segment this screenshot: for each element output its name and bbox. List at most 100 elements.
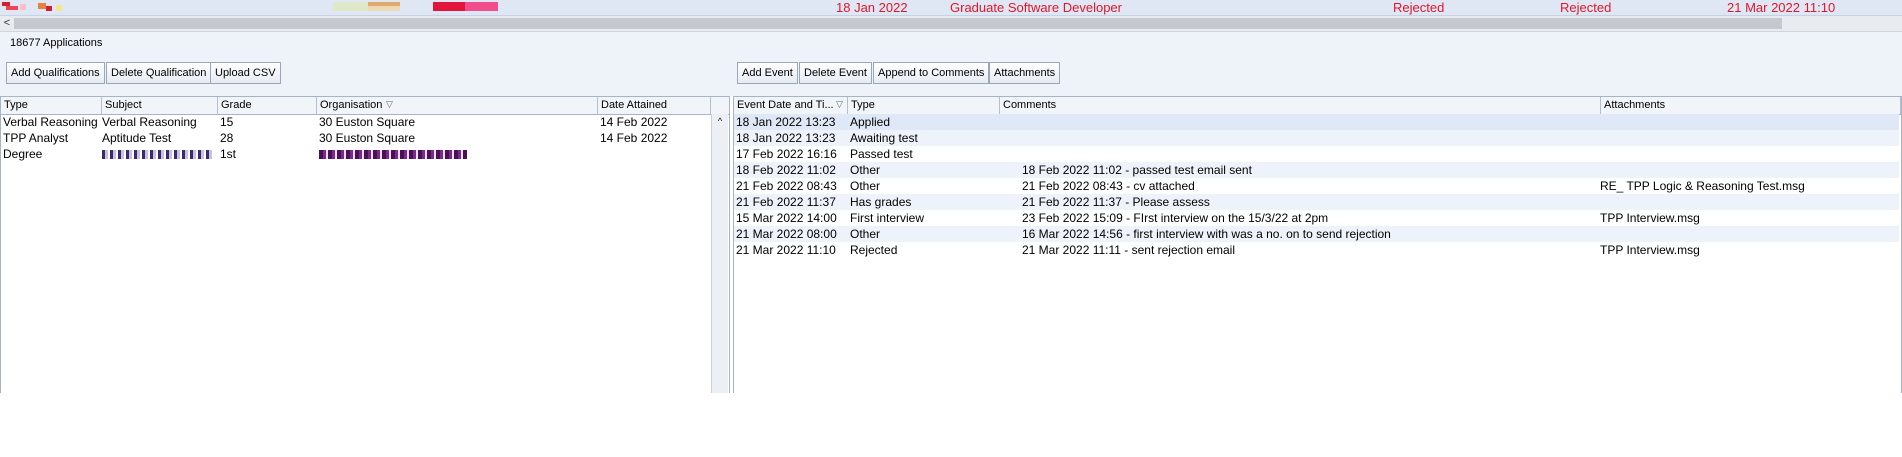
column-header-attachments[interactable]: Attachments bbox=[1601, 97, 1901, 114]
qualifications-table[interactable]: Type Subject Grade Organisation ▽ Date A… bbox=[0, 96, 730, 394]
cell-subject: Aptitude Test bbox=[102, 131, 172, 145]
scroll-up-icon[interactable]: ^ bbox=[712, 114, 728, 128]
table-row[interactable]: 21 Mar 2022 11:10 Rejected 21 Mar 2022 11:… bbox=[734, 242, 1899, 258]
cell-event-type: Rejected bbox=[850, 243, 898, 257]
qualifications-scrollbar[interactable]: ^ bbox=[711, 114, 728, 393]
cell-date: 14 Feb 2022 bbox=[600, 131, 668, 145]
cell-date: 14 Feb 2022 bbox=[600, 115, 668, 129]
stage-text: Rejected bbox=[1560, 0, 1612, 15]
redacted-name bbox=[333, 2, 498, 11]
cell-event-date: 21 Mar 2022 11:10 bbox=[736, 243, 836, 257]
attachments-button[interactable]: Attachments bbox=[989, 62, 1061, 84]
cell-attachments bbox=[1600, 146, 1898, 162]
cell-type: TPP Analyst bbox=[3, 131, 69, 145]
cell-event-date: 17 Feb 2022 16:16 bbox=[736, 147, 837, 161]
cell-event-date: 21 Feb 2022 11:37 bbox=[736, 195, 836, 209]
filter-icon[interactable]: ▽ bbox=[386, 99, 393, 110]
cell-grade: 1st bbox=[220, 147, 237, 161]
cell-grade: 15 bbox=[220, 115, 234, 129]
cell-event-date: 15 Mar 2022 14:00 bbox=[736, 211, 837, 225]
cell-event-type: Has grades bbox=[850, 195, 912, 209]
cell-event-date: 18 Jan 2022 13:23 bbox=[736, 115, 836, 129]
qualifications-header: Type Subject Grade Organisation ▽ Date A… bbox=[1, 97, 729, 115]
cell-comments: 23 Feb 2022 15:09 - FIrst interview on t… bbox=[1022, 211, 1329, 225]
delete-event-button[interactable]: Delete Event bbox=[799, 62, 872, 84]
cell-attachments bbox=[1600, 194, 1898, 210]
cell-event-date: 21 Feb 2022 08:43 bbox=[736, 179, 837, 193]
column-header-comments[interactable]: Comments bbox=[1000, 97, 1601, 114]
cell-comments: 21 Feb 2022 11:37 - Please assess bbox=[1022, 195, 1210, 209]
cell-attachments bbox=[1600, 162, 1898, 178]
cell-organisation-redacted bbox=[319, 146, 597, 162]
column-header-date-attained[interactable]: Date Attained bbox=[598, 97, 711, 114]
events-header: Event Date and Ti... ▽ Type Comments Att… bbox=[734, 97, 1901, 115]
cell-type: Verbal Reasoning bbox=[3, 115, 98, 129]
cell-event-type: Other bbox=[850, 179, 881, 193]
upload-csv-button[interactable]: Upload CSV bbox=[210, 62, 281, 84]
add-qualifications-button[interactable]: Add Qualifications bbox=[6, 62, 105, 84]
table-row[interactable]: 18 Jan 2022 13:23 Applied bbox=[734, 114, 1899, 130]
cell-organisation: 30 Euston Square bbox=[319, 131, 416, 145]
column-header-grade[interactable]: Grade bbox=[218, 97, 317, 114]
cell-event-date: 18 Jan 2022 13:23 bbox=[736, 131, 836, 145]
scroll-thumb[interactable] bbox=[14, 18, 1782, 29]
cell-event-type: Other bbox=[850, 163, 881, 177]
add-event-button[interactable]: Add Event bbox=[737, 62, 798, 84]
table-row[interactable]: 21 Feb 2022 08:43 Other 21 Feb 2022 08:43 … bbox=[734, 178, 1899, 194]
cell-comments: 18 Feb 2022 11:02 - passed test email se… bbox=[1022, 163, 1252, 177]
cell-comments: 21 Feb 2022 08:43 - cv attached bbox=[1022, 179, 1195, 193]
table-row[interactable]: 18 Jan 2022 13:23 Awaiting test bbox=[734, 130, 1899, 146]
cell-comments bbox=[1022, 130, 1600, 146]
cell-event-type: Passed test bbox=[850, 147, 913, 161]
cell-comments: 21 Mar 2022 11:11 - sent rejection email bbox=[1022, 243, 1236, 257]
cell-comments bbox=[1022, 114, 1600, 130]
column-header-event-date[interactable]: Event Date and Ti... bbox=[734, 97, 848, 114]
cell-subject: Verbal Reasoning bbox=[102, 115, 197, 129]
cell-event-date: 18 Feb 2022 11:02 bbox=[736, 163, 836, 177]
table-row[interactable]: 15 Mar 2022 14:00 First interview 23 Feb 2… bbox=[734, 210, 1899, 226]
cell-attachments: TPP Interview.msg bbox=[1600, 243, 1700, 257]
cell-event-type: First interview bbox=[850, 211, 925, 225]
cell-comments bbox=[1022, 146, 1600, 162]
horizontal-scrollbar[interactable]: < bbox=[0, 16, 1902, 32]
filter-icon[interactable]: ▽ bbox=[836, 99, 843, 110]
cell-attachments: TPP Interview.msg bbox=[1600, 211, 1700, 225]
cell-event-date: 21 Mar 2022 08:00 bbox=[736, 227, 837, 241]
cell-grade: 28 bbox=[220, 131, 234, 145]
cell-type: Degree bbox=[3, 147, 43, 161]
role-title: Graduate Software Developer bbox=[950, 0, 1122, 15]
scroll-left-icon[interactable]: < bbox=[0, 16, 14, 31]
append-to-comments-button[interactable]: Append to Comments bbox=[873, 62, 990, 84]
cell-attachments bbox=[1600, 114, 1898, 130]
delete-qualification-button[interactable]: Delete Qualification bbox=[106, 62, 212, 84]
cell-event-type: Applied bbox=[850, 115, 891, 129]
cell-subject-redacted bbox=[102, 146, 218, 162]
cell-attachments: RE_ TPP Logic & Reasoning Test.msg bbox=[1600, 179, 1805, 193]
applied-date: 18 Jan 2022 bbox=[836, 0, 908, 15]
applications-count: 18677 Applications bbox=[10, 37, 103, 49]
table-row[interactable]: 21 Mar 2022 08:00 Other 16 Mar 2022 14:56 … bbox=[734, 226, 1899, 242]
cell-attachments bbox=[1600, 130, 1898, 146]
cell-event-type: Other bbox=[850, 227, 881, 241]
application-row-strip[interactable]: 18 Jan 2022 Graduate Software Developer … bbox=[0, 0, 1902, 16]
table-row[interactable]: 18 Feb 2022 11:02 Other 18 Feb 2022 11:02 … bbox=[734, 162, 1899, 178]
redacted-avatar bbox=[2, 2, 62, 11]
table-row[interactable]: Degree 1st bbox=[1, 146, 711, 162]
status-text: Rejected bbox=[1393, 0, 1445, 15]
cell-attachments bbox=[1600, 226, 1898, 242]
cell-event-type: Awaiting test bbox=[850, 131, 918, 145]
table-row[interactable]: 17 Feb 2022 16:16 Passed test bbox=[734, 146, 1899, 162]
cell-organisation: 30 Euston Square bbox=[319, 115, 416, 129]
table-row[interactable]: 21 Feb 2022 11:37 Has grades 21 Feb 2022 1… bbox=[734, 194, 1899, 210]
table-row[interactable]: TPP Analyst Aptitude Test 28 30 Euston S… bbox=[1, 130, 711, 146]
empty-area bbox=[0, 393, 1902, 457]
last-updated: 21 Mar 2022 11:10 bbox=[1727, 0, 1836, 15]
column-header-type[interactable]: Type bbox=[1, 97, 102, 114]
events-table[interactable]: Event Date and Ti... ▽ Type Comments Att… bbox=[733, 96, 1902, 394]
cell-date bbox=[600, 146, 710, 162]
cell-comments: 16 Mar 2022 14:56 - first interview with… bbox=[1022, 227, 1391, 241]
column-header-event-type[interactable]: Type bbox=[848, 97, 1000, 114]
column-header-organisation[interactable]: Organisation bbox=[317, 97, 598, 114]
column-header-subject[interactable]: Subject bbox=[102, 97, 218, 114]
table-row[interactable]: Verbal Reasoning Verbal Reasoning 15 30 … bbox=[1, 114, 711, 130]
